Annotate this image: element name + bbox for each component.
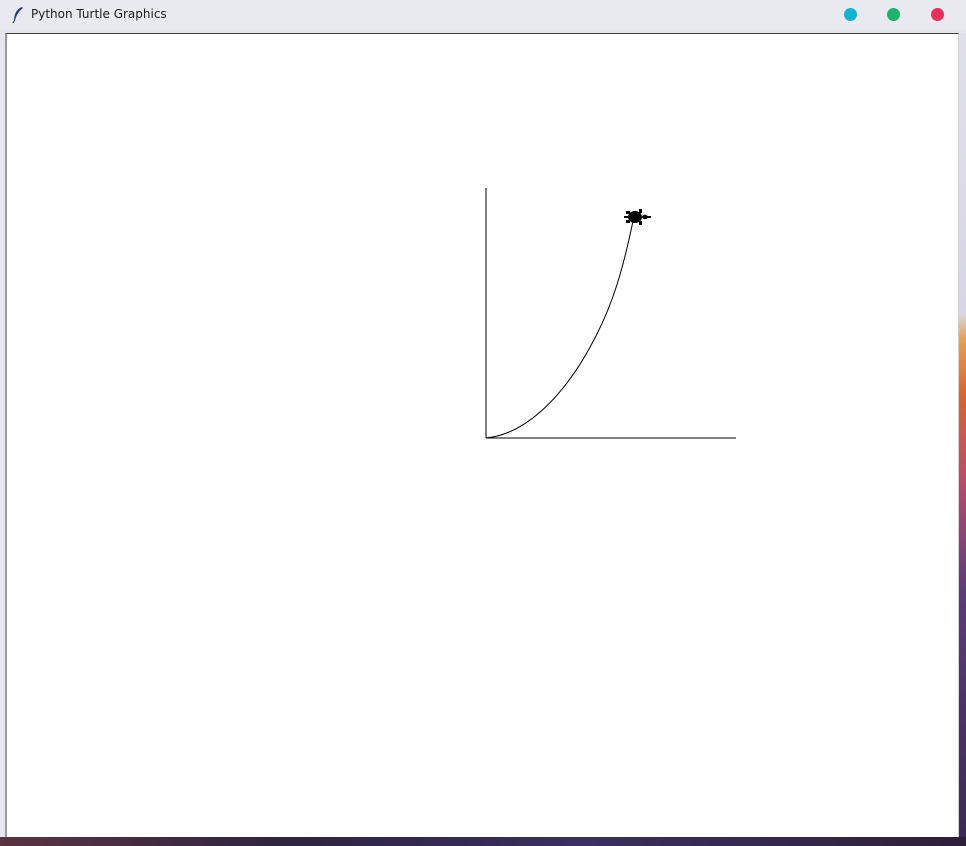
- minimize-button[interactable]: [844, 8, 857, 21]
- drawing-surface: [485, 188, 736, 439]
- turtle-window: Python Turtle Graphics: [0, 0, 966, 846]
- window-title: Python Turtle Graphics: [31, 7, 167, 21]
- desktop-edge-right: [959, 33, 966, 837]
- parabola-curve: [485, 220, 634, 439]
- close-button[interactable]: [931, 8, 944, 21]
- maximize-button[interactable]: [887, 8, 900, 21]
- feather-icon: [12, 7, 23, 24]
- title-bar[interactable]: Python Turtle Graphics: [0, 0, 966, 30]
- desktop-edge-bottom: [0, 837, 966, 846]
- turtle-icon: [624, 209, 651, 225]
- turtle-canvas[interactable]: [5, 33, 959, 837]
